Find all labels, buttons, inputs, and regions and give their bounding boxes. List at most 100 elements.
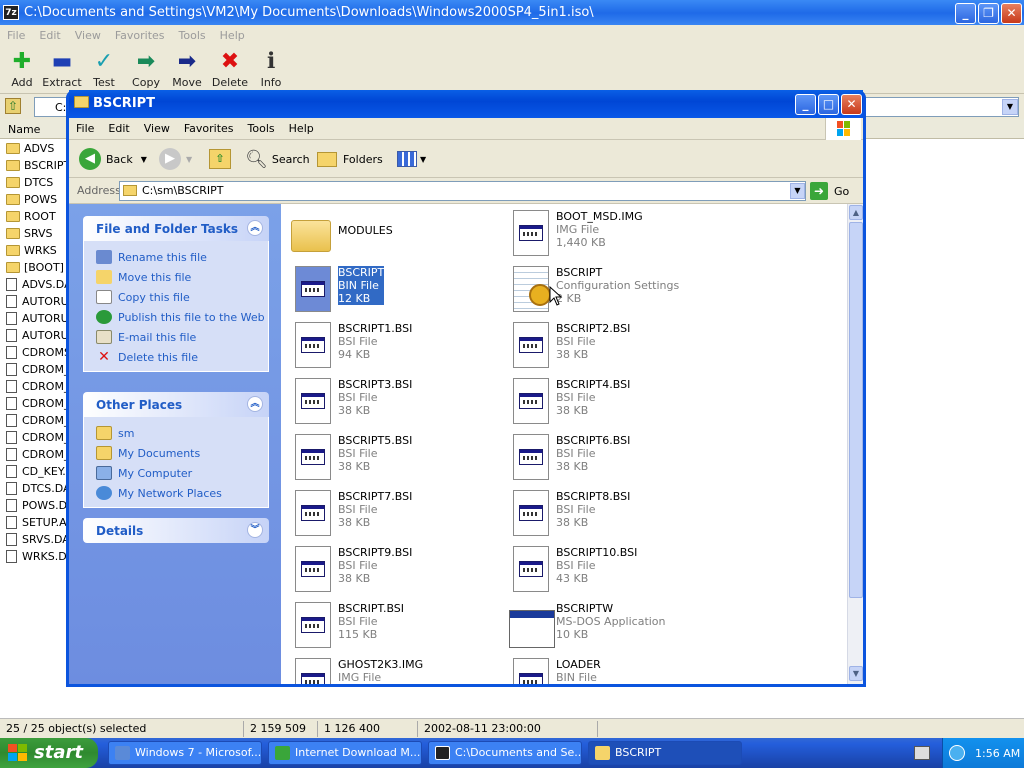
scroll-thumb[interactable]	[849, 222, 863, 598]
file-item[interactable]: BSCRIPT Configuration Settings 2 KB	[509, 262, 709, 312]
bg-window-titlebar[interactable]: 7z C:\Documents and Settings\VM2\My Docu…	[0, 0, 1024, 26]
bg-menu-view[interactable]: View	[68, 29, 108, 42]
file-item[interactable]: BSCRIPT6.BSI BSI File 38 KB	[509, 430, 709, 480]
move-file-link[interactable]: Move this file	[96, 267, 268, 287]
move-button[interactable]: ➡ Move	[165, 45, 209, 90]
bg-list-item[interactable]: CDROMS	[0, 344, 71, 361]
info-button[interactable]: ℹ Info	[249, 45, 293, 90]
bg-list-item[interactable]: DTCS.DA	[0, 480, 71, 497]
menu-favorites[interactable]: Favorites	[177, 122, 241, 135]
bg-list-item[interactable]: ADVS	[0, 140, 70, 157]
bg-address-dropdown[interactable]: ▼	[1002, 99, 1018, 115]
file-item[interactable]: BSCRIPT8.BSI BSI File 38 KB	[509, 486, 709, 536]
bg-minimize-button[interactable]: _	[955, 3, 976, 24]
bg-list-item[interactable]: POWS	[0, 191, 70, 208]
bg-menu-favorites[interactable]: Favorites	[108, 29, 172, 42]
bg-menu-edit[interactable]: Edit	[32, 29, 67, 42]
collapse-icon[interactable]: ︽	[247, 220, 263, 236]
explorer-titlebar[interactable]: BSCRIPT _ □ ✕	[69, 90, 863, 118]
file-item[interactable]: BSCRIPT2.BSI BSI File 38 KB	[509, 318, 709, 368]
file-item[interactable]: BSCRIPTW MS-DOS Application 10 KB	[509, 598, 709, 648]
file-item[interactable]: MODULES	[291, 206, 491, 256]
tray-chevron-icon[interactable]	[949, 745, 965, 761]
place-sm-link[interactable]: sm	[96, 423, 268, 443]
email-file-link[interactable]: E-mail this file	[96, 327, 268, 347]
minimize-button[interactable]: _	[795, 94, 816, 115]
bg-list-item[interactable]: DTCS	[0, 174, 70, 191]
bg-list-item[interactable]: BSCRIPT	[0, 157, 70, 174]
collapse-icon[interactable]: ︽	[247, 396, 263, 412]
place-my-documents-link[interactable]: My Documents	[96, 443, 268, 463]
copy-file-link[interactable]: Copy this file	[96, 287, 268, 307]
back-button[interactable]: ◀ Back ▼	[79, 146, 147, 172]
file-item[interactable]: BSCRIPT5.BSI BSI File 38 KB	[291, 430, 491, 480]
address-dropdown[interactable]: ▼	[790, 183, 805, 199]
rename-file-link[interactable]: Rename this file	[96, 247, 268, 267]
bg-list-item[interactable]: CDROM_	[0, 429, 70, 446]
up-folder-icon[interactable]: ⇧	[5, 98, 21, 114]
bg-list-item[interactable]: CDROM_	[0, 361, 70, 378]
task-sevenzip[interactable]: C:\Documents and Se...	[428, 741, 582, 765]
task-windows7[interactable]: Windows 7 - Microsof...	[108, 741, 262, 765]
bg-close-button[interactable]: ✕	[1001, 3, 1022, 24]
details-header[interactable]: Details ︾	[83, 518, 269, 543]
file-item[interactable]: BOOT_MSD.IMG IMG File 1,440 KB	[509, 206, 709, 256]
bg-list-item[interactable]: ROOT	[0, 208, 70, 225]
bg-list-item[interactable]: SETUP.A	[0, 514, 70, 531]
bg-menu-help[interactable]: Help	[213, 29, 252, 42]
file-item[interactable]: BSCRIPT4.BSI BSI File 38 KB	[509, 374, 709, 424]
file-item[interactable]: BSCRIPT7.BSI BSI File 38 KB	[291, 486, 491, 536]
file-item[interactable]: BSCRIPT.BSI BSI File 115 KB	[291, 598, 491, 648]
keyboard-icon[interactable]	[914, 746, 930, 760]
bg-list-item[interactable]: AUTORU	[0, 310, 70, 327]
bg-list-item[interactable]: CDROM_	[0, 378, 70, 395]
task-internet-download-manager[interactable]: Internet Download M...	[268, 741, 422, 765]
file-item[interactable]: GHOST2K3.IMG IMG File	[291, 654, 491, 684]
delete-file-link[interactable]: ✕ Delete this file	[96, 347, 268, 367]
bg-list-item[interactable]: AUTORU	[0, 327, 70, 344]
up-button[interactable]: ⇧	[209, 146, 231, 172]
bg-menu-tools[interactable]: Tools	[172, 29, 213, 42]
go-button[interactable]: ➜ Go	[810, 181, 849, 201]
scroll-up-arrow[interactable]: ▲	[849, 205, 863, 220]
bg-list-item[interactable]: CDROM_	[0, 395, 70, 412]
menu-view[interactable]: View	[137, 122, 177, 135]
close-button[interactable]: ✕	[841, 94, 862, 115]
views-button[interactable]: ▼	[397, 146, 426, 172]
bg-list-item[interactable]: SRVS	[0, 225, 70, 242]
bg-list-item[interactable]: AUTORU	[0, 293, 70, 310]
file-item[interactable]: BSCRIPT3.BSI BSI File 38 KB	[291, 374, 491, 424]
bg-list-item[interactable]: CDROM_	[0, 412, 70, 429]
expand-icon[interactable]: ︾	[247, 522, 263, 538]
file-item[interactable]: BSCRIPT1.BSI BSI File 94 KB	[291, 318, 491, 368]
start-button[interactable]: start	[0, 738, 98, 768]
bg-list-item[interactable]: SRVS.DA	[0, 531, 70, 548]
test-button[interactable]: ✓ Test	[82, 45, 126, 90]
file-item[interactable]: BSCRIPT BIN File 12 KB	[291, 262, 491, 312]
vertical-scrollbar[interactable]: ▲ ▼	[847, 204, 863, 684]
clock[interactable]: 1:56 AM	[975, 747, 1020, 760]
place-my-computer-link[interactable]: My Computer	[96, 463, 268, 483]
file-item[interactable]: BSCRIPT9.BSI BSI File 38 KB	[291, 542, 491, 592]
menu-edit[interactable]: Edit	[101, 122, 136, 135]
bg-column-header-name[interactable]: Name	[0, 119, 70, 139]
menu-tools[interactable]: Tools	[241, 122, 282, 135]
bg-list-item[interactable]: [BOOT]	[0, 259, 70, 276]
delete-button[interactable]: ✖ Delete	[208, 45, 252, 90]
bg-list-item[interactable]: CD_KEY.	[0, 463, 70, 480]
bg-list-item[interactable]: WRKS.DA	[0, 548, 74, 565]
bg-list-item[interactable]: CDROM_	[0, 446, 70, 463]
menu-file[interactable]: File	[69, 122, 101, 135]
scroll-down-arrow[interactable]: ▼	[849, 666, 863, 681]
bg-maximize-button[interactable]: ❐	[978, 3, 999, 24]
menu-help[interactable]: Help	[282, 122, 321, 135]
bg-list-item[interactable]: WRKS	[0, 242, 70, 259]
add-button[interactable]: ✚ Add	[0, 45, 44, 90]
forward-button[interactable]: ▶ ▼	[159, 146, 192, 172]
other-places-header[interactable]: Other Places ︽	[83, 392, 269, 417]
bg-menu-file[interactable]: File	[0, 29, 32, 42]
task-bscript[interactable]: BSCRIPT	[588, 741, 742, 765]
file-item[interactable]: LOADER BIN File	[509, 654, 709, 684]
bg-list-item[interactable]: ADVS.DA	[0, 276, 72, 293]
copy-button[interactable]: ➡ Copy	[124, 45, 168, 90]
